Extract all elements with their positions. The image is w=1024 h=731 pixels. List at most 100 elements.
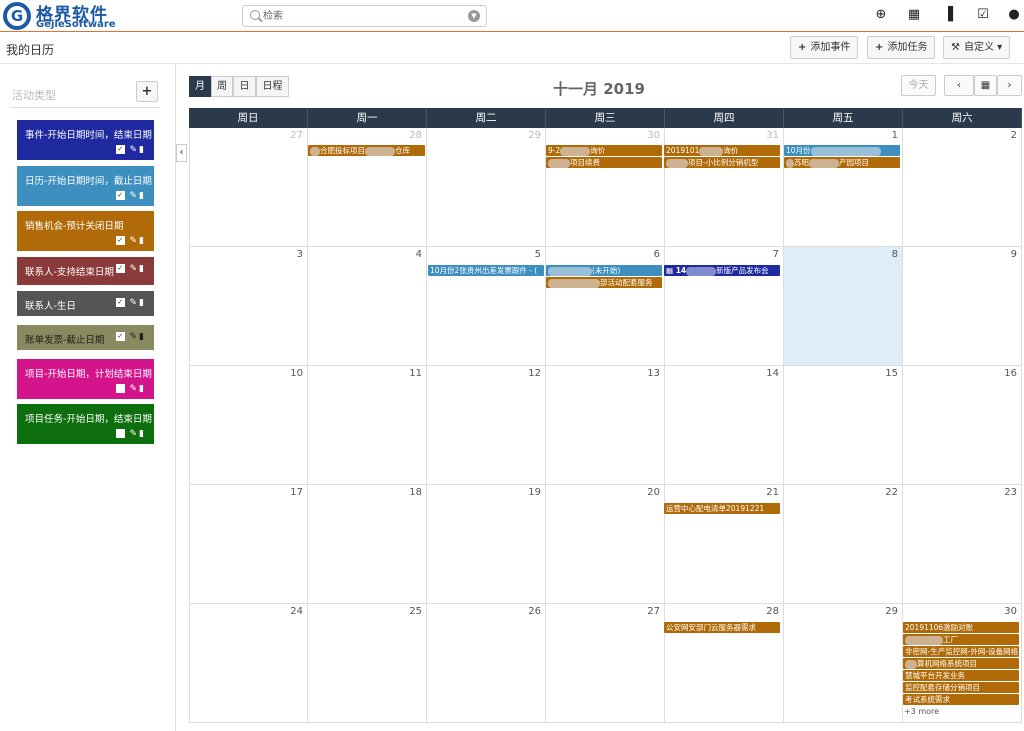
activity-type-item[interactable]: 日历-开始日期时间，截止日期 ✓ ✎▮ [17,166,154,206]
event-item[interactable]: 工厂 [903,634,1019,645]
pencil-icon[interactable]: ✎ [125,264,139,274]
day-cell[interactable]: 26 [427,604,546,723]
event-item[interactable]: 20191106激励对账 [903,622,1019,633]
day-cell[interactable]: 27 [189,128,308,247]
checkbox-checked-icon[interactable]: ✓ [115,298,125,307]
event-item[interactable]: 考试系统需求 [903,694,1019,705]
today-button[interactable]: 今天 [901,75,936,96]
pencil-icon[interactable]: ✎ [125,145,139,155]
event-item[interactable]: ▦ 14 新版产品发布会 [664,265,780,276]
day-cell[interactable]: 29 [427,128,546,247]
add-event-button[interactable]: + 添加事件 [790,36,859,59]
more-events-link[interactable]: +3 more [904,707,939,716]
day-cell[interactable]: 29 [784,604,903,723]
checkbox-checked-icon[interactable]: ✓ [115,332,125,341]
collapse-sidebar-button[interactable]: ‹ [176,144,187,162]
pencil-icon[interactable]: ✎ [125,191,139,201]
view-week-button[interactable]: 周 [211,76,233,97]
event-item[interactable]: 非密网-生产监控网-外网-设备网络 [903,646,1019,657]
day-cell[interactable]: 2 [903,128,1022,247]
view-month-button[interactable]: 月 [189,76,211,97]
activity-type-item[interactable]: 账单发票-截止日期 ✓ ✎▮ [17,325,154,350]
pencil-icon[interactable]: ✎ [125,298,139,308]
app-logo[interactable]: G 格界软件 GejieSoftware [3,2,116,30]
event-item[interactable]: 苏昭 产园项目 [784,157,900,168]
day-cell[interactable]: 14 [665,366,784,485]
search-input[interactable] [263,8,463,24]
day-cell[interactable]: 18 [308,485,427,604]
checkbox-checked-icon[interactable]: ✓ [115,264,125,273]
bar-chart-icon[interactable]: ▐ [941,8,955,22]
day-cell[interactable]: 10 [189,366,308,485]
day-cell[interactable]: 12 [427,366,546,485]
trash-icon[interactable]: ▮ [139,384,146,394]
day-cell[interactable]: 19 [427,485,546,604]
trash-icon[interactable]: ▮ [139,191,146,201]
activity-type-item[interactable]: 项目-开始日期，计划结束日期 ✎▮ [17,359,154,399]
pencil-icon[interactable]: ✎ [125,236,139,246]
day-cell[interactable]: 9 [903,247,1022,366]
activity-type-item[interactable]: 销售机会-预计关闭日期 ✓ ✎▮ [17,211,154,251]
event-item[interactable]: 运营中心配电清单20191221 [664,503,780,514]
view-agenda-button[interactable]: 日程 [256,76,289,97]
event-item[interactable]: 2019101 询价 [664,145,780,156]
event-item[interactable]: 项目续费 [546,157,662,168]
day-cell[interactable]: 3 [189,247,308,366]
checkbox-checked-icon[interactable]: ✓ [115,236,125,245]
checkbox-icon[interactable]: ☑ [976,8,990,22]
add-task-button[interactable]: + 添加任务 [867,36,936,59]
add-activity-type-button[interactable]: + [136,81,158,102]
next-month-button[interactable]: › [997,75,1022,96]
trash-icon[interactable]: ▮ [139,236,146,246]
calendar-icon[interactable]: ▦ [907,8,921,22]
day-cell[interactable]: 22 [784,485,903,604]
user-icon[interactable]: ● [1007,8,1021,22]
add-circle-icon[interactable]: ⊕ [874,8,888,22]
event-item[interactable]: 部活动配套服务 [546,277,662,288]
day-cell[interactable]: 11 [308,366,427,485]
checkbox-icon[interactable] [115,384,125,393]
day-cell[interactable]: 15 [784,366,903,485]
event-item[interactable]: 公安网安部门云服务器需求 [664,622,780,633]
pencil-icon[interactable]: ✎ [125,332,139,342]
trash-icon[interactable]: ▮ [139,298,146,308]
day-cell[interactable]: 20 [546,485,665,604]
prev-month-button[interactable]: ‹ [944,75,974,96]
customize-button[interactable]: ⚒ 自定义 ▾ [943,36,1011,59]
event-item[interactable]: 合肥投标项目 仓库 [308,145,425,156]
checkbox-checked-icon[interactable]: ✓ [115,191,125,200]
date-picker-button[interactable]: ▦ [974,75,997,96]
event-item[interactable]: 10月份 [784,145,900,156]
event-item[interactable]: 9-2 询价 [546,145,662,156]
checkbox-icon[interactable] [115,429,125,438]
day-cell[interactable]: 24 [189,604,308,723]
event-item[interactable]: 监控配套存储分销项目 [903,682,1019,693]
activity-type-item[interactable]: 联系人-支持结束日期 ✓ ✎▮ [17,257,154,285]
event-item[interactable]: (未开始) [546,265,662,276]
day-cell[interactable]: 27 [546,604,665,723]
view-day-button[interactable]: 日 [233,76,256,97]
day-cell[interactable]: 4 [308,247,427,366]
trash-icon[interactable]: ▮ [139,145,146,155]
chevron-down-icon[interactable]: ▼ [468,10,480,22]
day-cell[interactable]: 13 [546,366,665,485]
day-cell[interactable]: 16 [903,366,1022,485]
day-cell[interactable]: 17 [189,485,308,604]
event-item[interactable]: 算机网络系统项目 [903,658,1019,669]
day-cell[interactable]: 25 [308,604,427,723]
activity-type-item[interactable]: 项目任务-开始日期，结束日期 ✎▮ [17,404,154,444]
checkbox-checked-icon[interactable]: ✓ [115,145,125,154]
event-item[interactable]: 10月份2张贵州出差发票跟件 - ( [428,265,544,276]
day-cell[interactable]: 8 [784,247,903,366]
activity-type-item[interactable]: 事件-开始日期时间，结束日期 ✓ ✎▮ [17,120,154,160]
search-box[interactable]: ▼ [242,5,487,27]
event-item[interactable]: 项目-小比例分销机型 [664,157,780,168]
pencil-icon[interactable]: ✎ [125,429,139,439]
trash-icon[interactable]: ▮ [139,332,146,342]
event-item[interactable]: 慧城平台开发业务 [903,670,1019,681]
pencil-icon[interactable]: ✎ [125,384,139,394]
trash-icon[interactable]: ▮ [139,429,146,439]
day-cell[interactable]: 23 [903,485,1022,604]
trash-icon[interactable]: ▮ [139,264,146,274]
activity-type-item[interactable]: 联系人-生日 ✓ ✎▮ [17,291,154,316]
